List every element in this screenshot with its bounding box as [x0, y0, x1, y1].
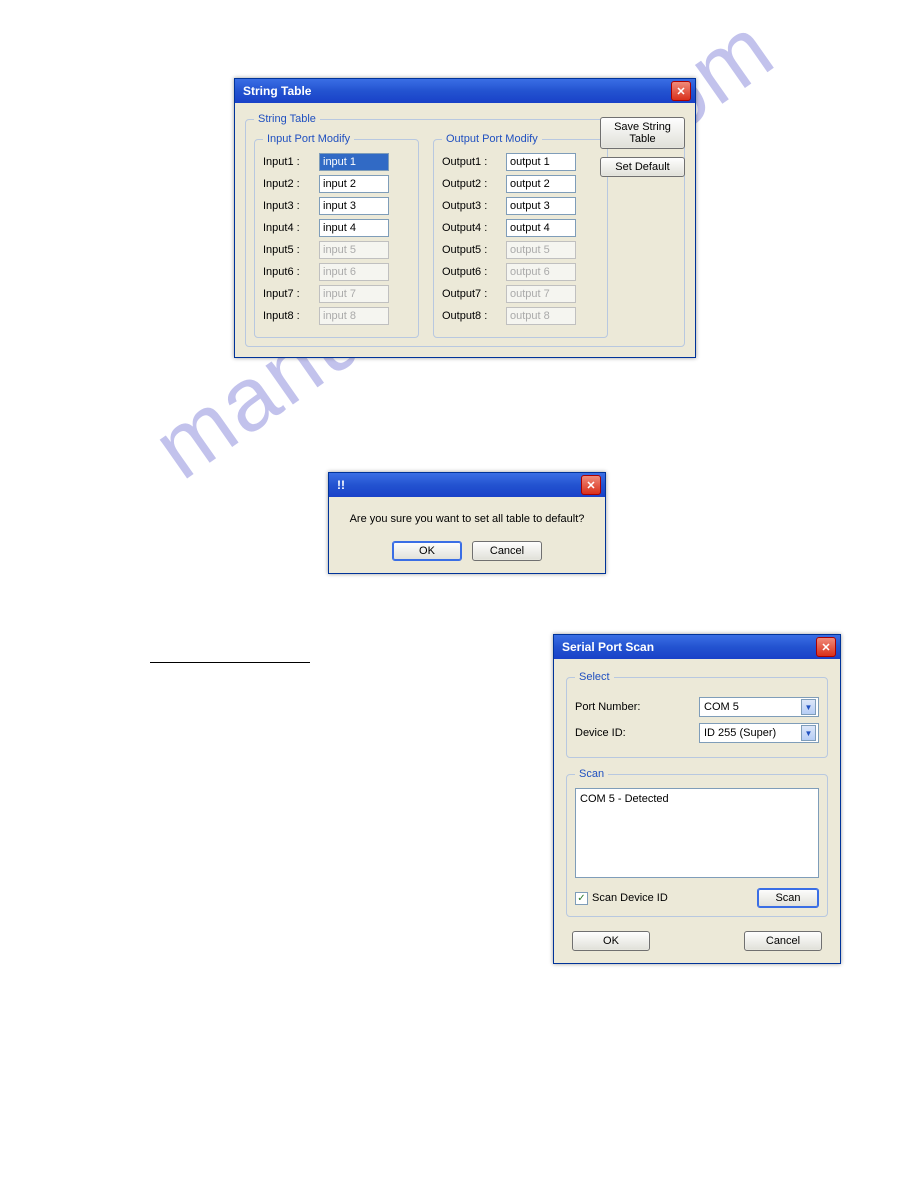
output7-label: Output7 :	[442, 288, 500, 300]
output5-label: Output5 :	[442, 244, 500, 256]
scan-result-item: COM 5 - Detected	[580, 793, 814, 805]
confirm-dialog: !! ✕ Are you sure you want to set all ta…	[328, 472, 606, 574]
dialog-title: Serial Port Scan	[562, 640, 654, 654]
heading-underline	[150, 662, 310, 663]
output-port-legend: Output Port Modify	[442, 133, 542, 145]
output6-label: Output6 :	[442, 266, 500, 278]
close-icon: ✕	[676, 85, 685, 98]
input6-field	[319, 263, 389, 281]
chevron-down-icon: ▼	[801, 725, 816, 741]
port-number-label: Port Number:	[575, 701, 640, 713]
output5-field	[506, 241, 576, 259]
select-fieldset: Select Port Number: COM 5 ▼ Device ID: I…	[566, 671, 828, 758]
input-port-fieldset: Input Port Modify Input1 : Input2 : Inpu…	[254, 133, 419, 338]
dialog-title: String Table	[243, 84, 311, 98]
input4-label: Input4 :	[263, 222, 313, 234]
ok-button[interactable]: OK	[392, 541, 462, 561]
input4-field[interactable]	[319, 219, 389, 237]
select-legend: Select	[575, 671, 614, 683]
serial-port-scan-dialog: Serial Port Scan ✕ Select Port Number: C…	[553, 634, 841, 964]
input2-field[interactable]	[319, 175, 389, 193]
port-number-value: COM 5	[704, 701, 739, 713]
input3-label: Input3 :	[263, 200, 313, 212]
input7-field	[319, 285, 389, 303]
input-port-legend: Input Port Modify	[263, 133, 354, 145]
string-table-legend: String Table	[254, 113, 320, 125]
input5-field	[319, 241, 389, 259]
scan-legend: Scan	[575, 768, 608, 780]
scan-results-list[interactable]: COM 5 - Detected	[575, 788, 819, 878]
output8-field	[506, 307, 576, 325]
titlebar: String Table ✕	[235, 79, 695, 103]
close-button[interactable]: ✕	[816, 637, 836, 657]
close-icon: ✕	[821, 641, 830, 654]
output1-field[interactable]	[506, 153, 576, 171]
output1-label: Output1 :	[442, 156, 500, 168]
titlebar: Serial Port Scan ✕	[554, 635, 840, 659]
input1-label: Input1 :	[263, 156, 313, 168]
output8-label: Output8 :	[442, 310, 500, 322]
close-button[interactable]: ✕	[671, 81, 691, 101]
cancel-button[interactable]: Cancel	[744, 931, 822, 951]
input3-field[interactable]	[319, 197, 389, 215]
checkbox-icon: ✓	[575, 892, 588, 905]
chevron-down-icon: ▼	[801, 699, 816, 715]
output4-field[interactable]	[506, 219, 576, 237]
device-id-combo[interactable]: ID 255 (Super) ▼	[699, 723, 819, 743]
string-table-dialog: String Table ✕ String Table Input Port M…	[234, 78, 696, 358]
titlebar: !! ✕	[329, 473, 605, 497]
close-button[interactable]: ✕	[581, 475, 601, 495]
device-id-label: Device ID:	[575, 727, 626, 739]
device-id-value: ID 255 (Super)	[704, 727, 776, 739]
input6-label: Input6 :	[263, 266, 313, 278]
scan-button[interactable]: Scan	[757, 888, 819, 908]
output6-field	[506, 263, 576, 281]
input7-label: Input7 :	[263, 288, 313, 300]
cancel-button[interactable]: Cancel	[472, 541, 542, 561]
port-number-combo[interactable]: COM 5 ▼	[699, 697, 819, 717]
input5-label: Input5 :	[263, 244, 313, 256]
dialog-title: !!	[337, 478, 345, 492]
output4-label: Output4 :	[442, 222, 500, 234]
close-icon: ✕	[586, 479, 595, 492]
scan-device-id-checkbox[interactable]: ✓ Scan Device ID	[575, 892, 668, 905]
save-string-table-button[interactable]: Save String Table	[600, 117, 685, 149]
scan-fieldset: Scan COM 5 - Detected ✓ Scan Device ID S…	[566, 768, 828, 917]
set-default-button[interactable]: Set Default	[600, 157, 685, 177]
output2-field[interactable]	[506, 175, 576, 193]
ok-button[interactable]: OK	[572, 931, 650, 951]
output3-label: Output3 :	[442, 200, 500, 212]
output7-field	[506, 285, 576, 303]
output3-field[interactable]	[506, 197, 576, 215]
input8-field	[319, 307, 389, 325]
input1-field[interactable]	[319, 153, 389, 171]
confirm-message: Are you sure you want to set all table t…	[343, 513, 591, 525]
input2-label: Input2 :	[263, 178, 313, 190]
input8-label: Input8 :	[263, 310, 313, 322]
checkbox-label: Scan Device ID	[592, 892, 668, 904]
output2-label: Output2 :	[442, 178, 500, 190]
output-port-fieldset: Output Port Modify Output1 : Output2 : O…	[433, 133, 608, 338]
